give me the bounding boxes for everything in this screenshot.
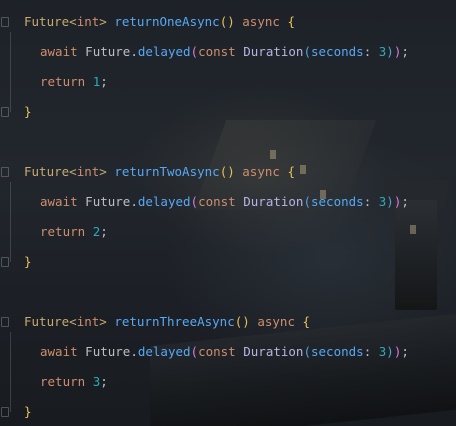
return-keyword: return bbox=[40, 374, 86, 389]
function-signature[interactable]: Future<int> returnTwoAsync() async { bbox=[24, 162, 295, 182]
call-paren-open: ( bbox=[190, 44, 199, 59]
type-bracket-open: < bbox=[69, 314, 77, 329]
type-argument: int bbox=[76, 14, 100, 29]
constructor-name: Duration bbox=[243, 194, 304, 209]
await-statement[interactable]: await Future.delayed(const Duration(seco… bbox=[40, 42, 409, 62]
await-keyword: await bbox=[40, 194, 78, 209]
function-name: returnOneAsync bbox=[114, 14, 220, 29]
await-keyword: await bbox=[40, 344, 78, 359]
return-statement[interactable]: return 2; bbox=[40, 222, 108, 242]
async-keyword: async bbox=[257, 314, 295, 329]
fold-marker[interactable] bbox=[1, 407, 9, 417]
named-parameter: seconds bbox=[311, 344, 364, 359]
indent-guide bbox=[10, 182, 11, 262]
ctor-paren-open: ( bbox=[303, 194, 311, 209]
class-reference: Future bbox=[85, 344, 131, 359]
fold-marker[interactable] bbox=[1, 167, 9, 177]
const-keyword: const bbox=[198, 344, 236, 359]
function-signature[interactable]: Future<int> returnOneAsync() async { bbox=[24, 12, 295, 32]
fold-marker[interactable] bbox=[1, 257, 9, 267]
parameter-parens: () bbox=[219, 14, 235, 29]
method-name: delayed bbox=[137, 344, 191, 359]
call-paren-open: ( bbox=[190, 344, 199, 359]
semicolon: ; bbox=[401, 344, 409, 359]
type-bracket-close: > bbox=[99, 14, 107, 29]
type-bracket-open: < bbox=[69, 14, 77, 29]
function-name: returnTwoAsync bbox=[114, 164, 220, 179]
fold-marker[interactable] bbox=[1, 317, 9, 327]
type-bracket-close: > bbox=[99, 314, 107, 329]
background-window bbox=[300, 165, 306, 174]
indent-guide bbox=[10, 332, 11, 412]
close-brace: } bbox=[24, 404, 32, 419]
type-argument: int bbox=[76, 164, 100, 179]
type-bracket-close: > bbox=[99, 164, 107, 179]
await-keyword: await bbox=[40, 44, 78, 59]
ctor-paren-close: ) bbox=[386, 44, 394, 59]
type-argument: int bbox=[76, 314, 100, 329]
member-dot: . bbox=[130, 194, 138, 209]
close-brace: } bbox=[24, 254, 32, 269]
function-signature[interactable]: Future<int> returnThreeAsync() async { bbox=[24, 312, 310, 332]
async-keyword: async bbox=[242, 164, 280, 179]
param-colon: : bbox=[363, 44, 372, 59]
ctor-paren-close: ) bbox=[386, 344, 394, 359]
background-window bbox=[410, 225, 416, 234]
return-keyword: return bbox=[40, 74, 86, 89]
class-reference: Future bbox=[85, 44, 131, 59]
background-tower bbox=[395, 200, 437, 310]
return-statement[interactable]: return 3; bbox=[40, 372, 108, 392]
close-brace-line[interactable]: } bbox=[24, 252, 32, 272]
close-brace-line[interactable]: } bbox=[24, 102, 32, 122]
return-type: Future bbox=[24, 164, 70, 179]
open-brace: { bbox=[287, 14, 295, 29]
member-dot: . bbox=[130, 344, 138, 359]
await-statement[interactable]: await Future.delayed(const Duration(seco… bbox=[40, 192, 409, 212]
class-reference: Future bbox=[85, 194, 131, 209]
const-keyword: const bbox=[198, 44, 236, 59]
parameter-parens: () bbox=[234, 314, 250, 329]
ctor-paren-close: ) bbox=[386, 194, 394, 209]
ctor-paren-open: ( bbox=[303, 44, 311, 59]
open-brace: { bbox=[287, 164, 295, 179]
semicolon: ; bbox=[100, 224, 108, 239]
constructor-name: Duration bbox=[243, 344, 304, 359]
background-window bbox=[270, 150, 276, 159]
fold-marker[interactable] bbox=[1, 107, 9, 117]
type-bracket-open: < bbox=[69, 164, 77, 179]
member-dot: . bbox=[130, 44, 138, 59]
named-parameter: seconds bbox=[311, 44, 364, 59]
semicolon: ; bbox=[100, 74, 108, 89]
ctor-paren-open: ( bbox=[303, 344, 311, 359]
return-keyword: return bbox=[40, 224, 86, 239]
function-name: returnThreeAsync bbox=[114, 314, 235, 329]
await-statement[interactable]: await Future.delayed(const Duration(seco… bbox=[40, 342, 409, 362]
constructor-name: Duration bbox=[243, 44, 304, 59]
semicolon: ; bbox=[401, 44, 409, 59]
close-brace: } bbox=[24, 104, 32, 119]
const-keyword: const bbox=[198, 194, 236, 209]
method-name: delayed bbox=[137, 194, 191, 209]
param-colon: : bbox=[363, 344, 372, 359]
open-brace: { bbox=[302, 314, 311, 329]
semicolon: ; bbox=[401, 194, 409, 209]
async-keyword: async bbox=[242, 14, 280, 29]
method-name: delayed bbox=[137, 44, 191, 59]
named-parameter: seconds bbox=[311, 194, 364, 209]
close-brace-line[interactable]: } bbox=[24, 402, 32, 422]
param-colon: : bbox=[363, 194, 372, 209]
parameter-parens: () bbox=[219, 164, 235, 179]
indent-guide bbox=[10, 32, 11, 112]
return-type: Future bbox=[24, 14, 70, 29]
fold-marker[interactable] bbox=[1, 17, 9, 27]
return-statement[interactable]: return 1; bbox=[40, 72, 108, 92]
return-type: Future bbox=[24, 314, 70, 329]
semicolon: ; bbox=[100, 374, 108, 389]
call-paren-open: ( bbox=[190, 194, 199, 209]
code-editor[interactable]: Future<int> returnOneAsync() async { awa… bbox=[0, 0, 456, 426]
